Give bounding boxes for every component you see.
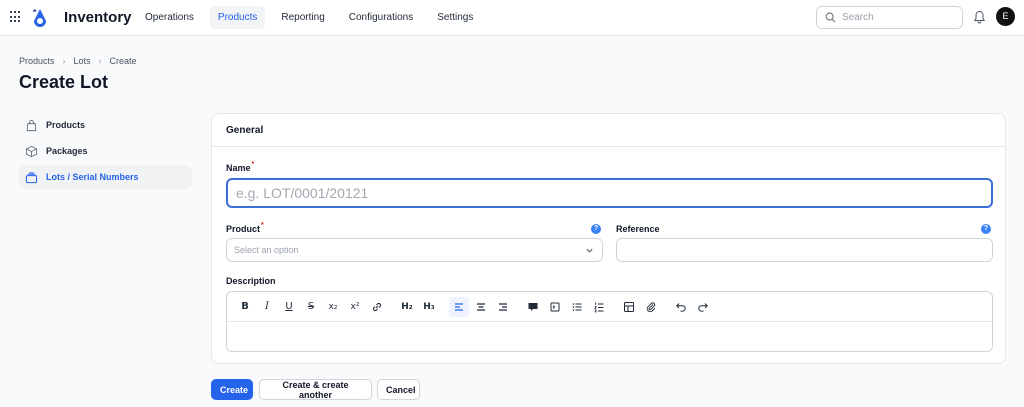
nav-configurations[interactable]: Configurations [341, 6, 421, 29]
product-select-placeholder: Select an option [234, 245, 299, 255]
ordered-list-button[interactable] [589, 297, 609, 317]
description-editor: B I U S x₂ x² H₂ H₃ [226, 291, 993, 352]
reference-input[interactable] [616, 238, 993, 262]
search-input[interactable] [842, 12, 952, 23]
link-button[interactable] [367, 297, 387, 317]
code-block-button[interactable] [545, 297, 565, 317]
cube-icon [25, 145, 38, 157]
nav-operations[interactable]: Operations [137, 6, 202, 29]
link-icon [373, 302, 381, 311]
align-center-icon [477, 302, 485, 311]
name-label: Name* [226, 161, 255, 173]
general-section-card: General Name* Product* ? Select an optio… [211, 113, 1006, 364]
reference-label: Reference [616, 224, 660, 234]
table-button[interactable] [619, 297, 639, 317]
undo-icon [676, 302, 686, 312]
bullet-list-icon [572, 302, 582, 311]
breadcrumb: Products › Lots › Create [19, 56, 137, 66]
redo-button[interactable] [693, 297, 713, 317]
breadcrumb-lots[interactable]: Lots [74, 56, 91, 66]
breadcrumb-products[interactable]: Products [19, 56, 55, 66]
table-icon [624, 301, 634, 312]
code-block-icon [550, 302, 560, 311]
editor-toolbar: B I U S x₂ x² H₂ H₃ [227, 292, 992, 322]
shopping-bag-icon [26, 119, 37, 131]
chevron-right-icon: › [98, 56, 102, 66]
name-label-text: Name [226, 163, 251, 173]
description-label: Description [226, 276, 276, 286]
bold-button[interactable]: B [235, 297, 255, 317]
page-title: Create Lot [19, 72, 109, 92]
product-label: Product* [226, 222, 264, 234]
sidebar-item-packages[interactable]: Packages [19, 139, 192, 163]
product-label-text: Product [226, 224, 261, 234]
quote-bubble-icon [528, 302, 538, 311]
app-logo-icon[interactable] [31, 8, 49, 28]
nav-reporting[interactable]: Reporting [273, 6, 332, 29]
subscript-button[interactable]: x₂ [323, 297, 343, 317]
section-title: General [212, 114, 1005, 147]
rectangle-stack-icon [25, 171, 38, 183]
sidebar-item-lots-serial-numbers[interactable]: Lots / Serial Numbers [19, 165, 192, 189]
nav-products[interactable]: Products [209, 6, 266, 29]
reference-help-icon[interactable]: ? [981, 224, 991, 234]
cancel-button[interactable]: Cancel [377, 379, 420, 400]
sidebar-item-products[interactable]: Products [19, 113, 192, 137]
chevron-down-icon [586, 248, 593, 253]
chevron-right-icon: › [62, 56, 66, 66]
top-navbar: Inventory Operations Products Reporting … [0, 0, 1024, 36]
create-button[interactable]: Create [211, 379, 253, 400]
app-grid-icon[interactable] [10, 11, 22, 23]
redo-icon [698, 302, 708, 312]
align-right-button[interactable] [493, 297, 513, 317]
create-and-create-another-button[interactable]: Create & create another [259, 379, 372, 400]
main-nav: Operations Products Reporting Configurat… [137, 6, 489, 29]
heading3-button[interactable]: H₃ [419, 297, 439, 317]
sidebar-item-label: Packages [46, 146, 88, 156]
search-icon [825, 12, 836, 23]
ordered-list-icon [594, 301, 604, 312]
app-name[interactable]: Inventory [64, 9, 132, 26]
name-input[interactable] [226, 178, 993, 208]
product-help-icon[interactable]: ? [591, 224, 601, 234]
description-text-area[interactable] [227, 322, 992, 352]
align-center-button[interactable] [471, 297, 491, 317]
nav-settings[interactable]: Settings [429, 6, 481, 29]
strikethrough-button[interactable]: S [301, 297, 321, 317]
global-search[interactable] [816, 6, 963, 29]
sidebar-item-label: Lots / Serial Numbers [46, 172, 139, 182]
sidebar-item-label: Products [46, 120, 86, 130]
paperclip-icon [646, 301, 656, 312]
attach-files-button[interactable] [641, 297, 661, 317]
align-left-button[interactable] [449, 296, 469, 317]
breadcrumb-create: Create [109, 56, 137, 66]
blockquote-button[interactable] [523, 297, 543, 317]
required-indicator: * [261, 222, 264, 229]
align-right-icon [499, 302, 507, 311]
bell-icon[interactable] [973, 10, 986, 24]
sub-navigation: Products Packages Lots / Serial Numbers [19, 113, 192, 191]
align-left-icon [455, 302, 463, 311]
product-select[interactable]: Select an option [226, 238, 603, 262]
superscript-button[interactable]: x² [345, 297, 365, 317]
underline-button[interactable]: U [279, 297, 299, 317]
heading2-button[interactable]: H₂ [397, 297, 417, 317]
bullet-list-button[interactable] [567, 297, 587, 317]
user-avatar[interactable]: E [996, 7, 1015, 26]
undo-button[interactable] [671, 297, 691, 317]
required-indicator: * [251, 161, 255, 168]
italic-button[interactable]: I [257, 297, 277, 317]
